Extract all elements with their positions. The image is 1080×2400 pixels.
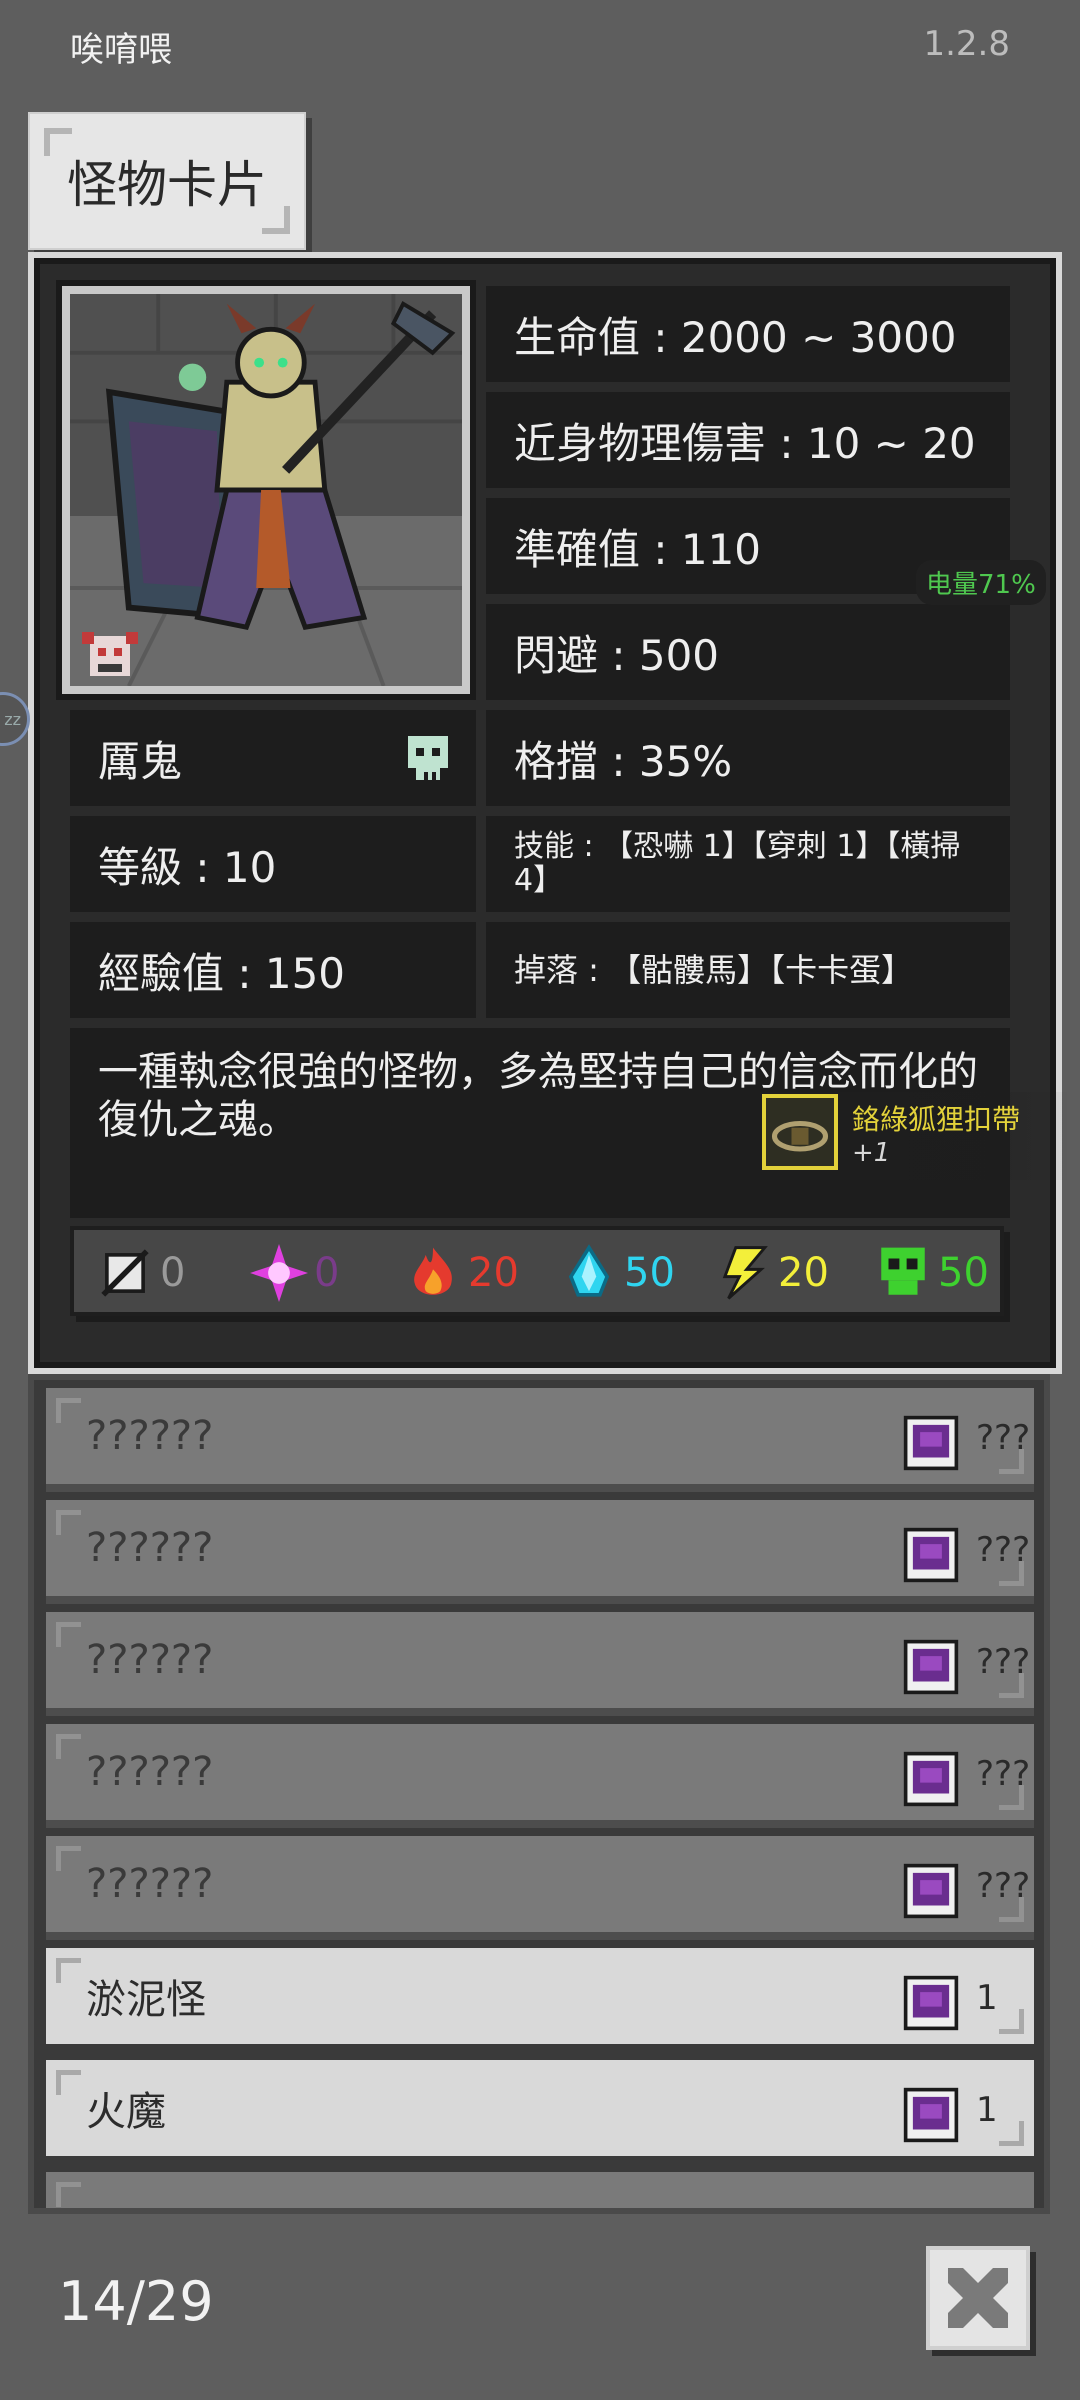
list-item[interactable]: 淤泥怪 1	[46, 1948, 1034, 2052]
list-item-count: ???	[976, 1418, 1031, 1458]
resistance-value: 0	[160, 1250, 186, 1296]
resistance-value: 50	[938, 1250, 989, 1296]
battery-indicator: 电量71%	[916, 560, 1046, 605]
resistance-physical: 0	[96, 1244, 185, 1302]
card-icon	[903, 1415, 959, 1471]
dodge-stat: 閃避 : 500	[486, 604, 1010, 700]
poison-skull-icon	[881, 1247, 925, 1295]
list-item-count: 1	[976, 2090, 998, 2130]
list-item-name: 淤泥怪	[86, 1977, 206, 2023]
card-icon	[903, 1527, 959, 1583]
list-item-name: ??????	[86, 1413, 214, 1459]
list-item-name: ??????	[86, 1637, 214, 1683]
resistance-value: 0	[314, 1250, 340, 1296]
melee-damage-stat: 近身物理傷害 : 10 ~ 20	[486, 392, 1010, 488]
version-label: 1.2.8	[923, 24, 1010, 64]
level-stat: 等級 : 10	[70, 816, 476, 912]
list-item[interactable]: ?????? ???	[46, 1836, 1034, 1940]
monster-portrait	[62, 286, 470, 694]
ice-crystal-icon	[568, 1244, 610, 1297]
page-indicator: 14/29	[58, 2270, 214, 2333]
list-item-name: ??????	[86, 1525, 214, 1571]
block-stat: 格擋 : 35%	[486, 710, 1010, 806]
resistance-value: 20	[778, 1250, 829, 1296]
belt-item-icon	[762, 1094, 838, 1170]
list-item-count: ???	[976, 1530, 1031, 1570]
monster-name: 厲鬼	[98, 736, 183, 786]
skull-icon	[408, 736, 448, 780]
list-item[interactable]: 火魔 1	[46, 2060, 1034, 2164]
list-item-count: 1	[976, 1978, 998, 2018]
skills-stat: 技能 : 【恐嚇 1】【穿刺 1】【橫掃 4】	[486, 816, 1010, 912]
card-icon	[903, 2087, 959, 2143]
drop-item-bonus: +1	[852, 1138, 891, 1168]
sword-icon	[101, 1249, 149, 1297]
close-button[interactable]	[926, 2246, 1030, 2350]
demon-mask-icon	[82, 632, 138, 676]
card-icon	[903, 1975, 959, 2031]
card-icon	[903, 1863, 959, 1919]
monster-name-cell: 厲鬼	[70, 710, 476, 806]
list-item-count: ???	[976, 1866, 1031, 1906]
list-item[interactable]: ?????? ???	[46, 1612, 1034, 1716]
app-title: 唉唷喂	[70, 30, 172, 70]
resistance-poison: 50	[874, 1244, 989, 1302]
resistance-ice: 50	[560, 1244, 675, 1302]
magic-star-icon	[250, 1244, 308, 1302]
exp-stat: 經驗值 : 150	[70, 922, 476, 1018]
close-icon	[948, 2268, 1008, 2328]
list-item[interactable]: ?????? ???	[46, 1500, 1034, 1604]
resistance-bar: 0 0 20 50 20 50	[70, 1226, 1004, 1316]
fire-icon	[414, 1247, 452, 1295]
list-item[interactable]: ?????? ???	[46, 1388, 1034, 1492]
resistance-value: 50	[624, 1250, 675, 1296]
list-item-count: ???	[976, 1642, 1031, 1682]
monster-list[interactable]: ?????? ??? ?????? ??? ?????? ??? ?????? …	[28, 1374, 1050, 2214]
title-tab-label: 怪物卡片	[67, 156, 267, 214]
list-item-partial[interactable]	[46, 2172, 1034, 2208]
card-icon	[903, 1639, 959, 1695]
corner-decoration	[262, 206, 290, 234]
corner-decoration	[44, 128, 72, 156]
drops-stat: 掉落 : 【骷髏馬】【卡卡蛋】	[486, 922, 1010, 1018]
resistance-arcane: 0	[250, 1244, 339, 1302]
list-item[interactable]: ?????? ???	[46, 1724, 1034, 1828]
list-item-name: ??????	[86, 1749, 214, 1795]
resistance-value: 20	[468, 1250, 519, 1296]
card-icon	[903, 1751, 959, 1807]
hp-stat: 生命值 : 2000 ~ 3000	[486, 286, 1010, 382]
floating-ball[interactable]: zz	[0, 692, 30, 746]
title-tab: 怪物卡片	[28, 112, 306, 250]
list-item-name: 火魔	[86, 2089, 166, 2135]
resistance-lightning: 20	[714, 1244, 829, 1302]
list-item-count: ???	[976, 1754, 1031, 1794]
drop-item-name: 鉻綠狐狸扣帶	[852, 1103, 1021, 1136]
lightning-icon	[722, 1246, 768, 1300]
resistance-fire: 20	[404, 1244, 519, 1302]
drop-notification: 鉻綠狐狸扣帶 +1	[760, 1092, 1070, 1180]
list-item-name: ??????	[86, 1861, 214, 1907]
